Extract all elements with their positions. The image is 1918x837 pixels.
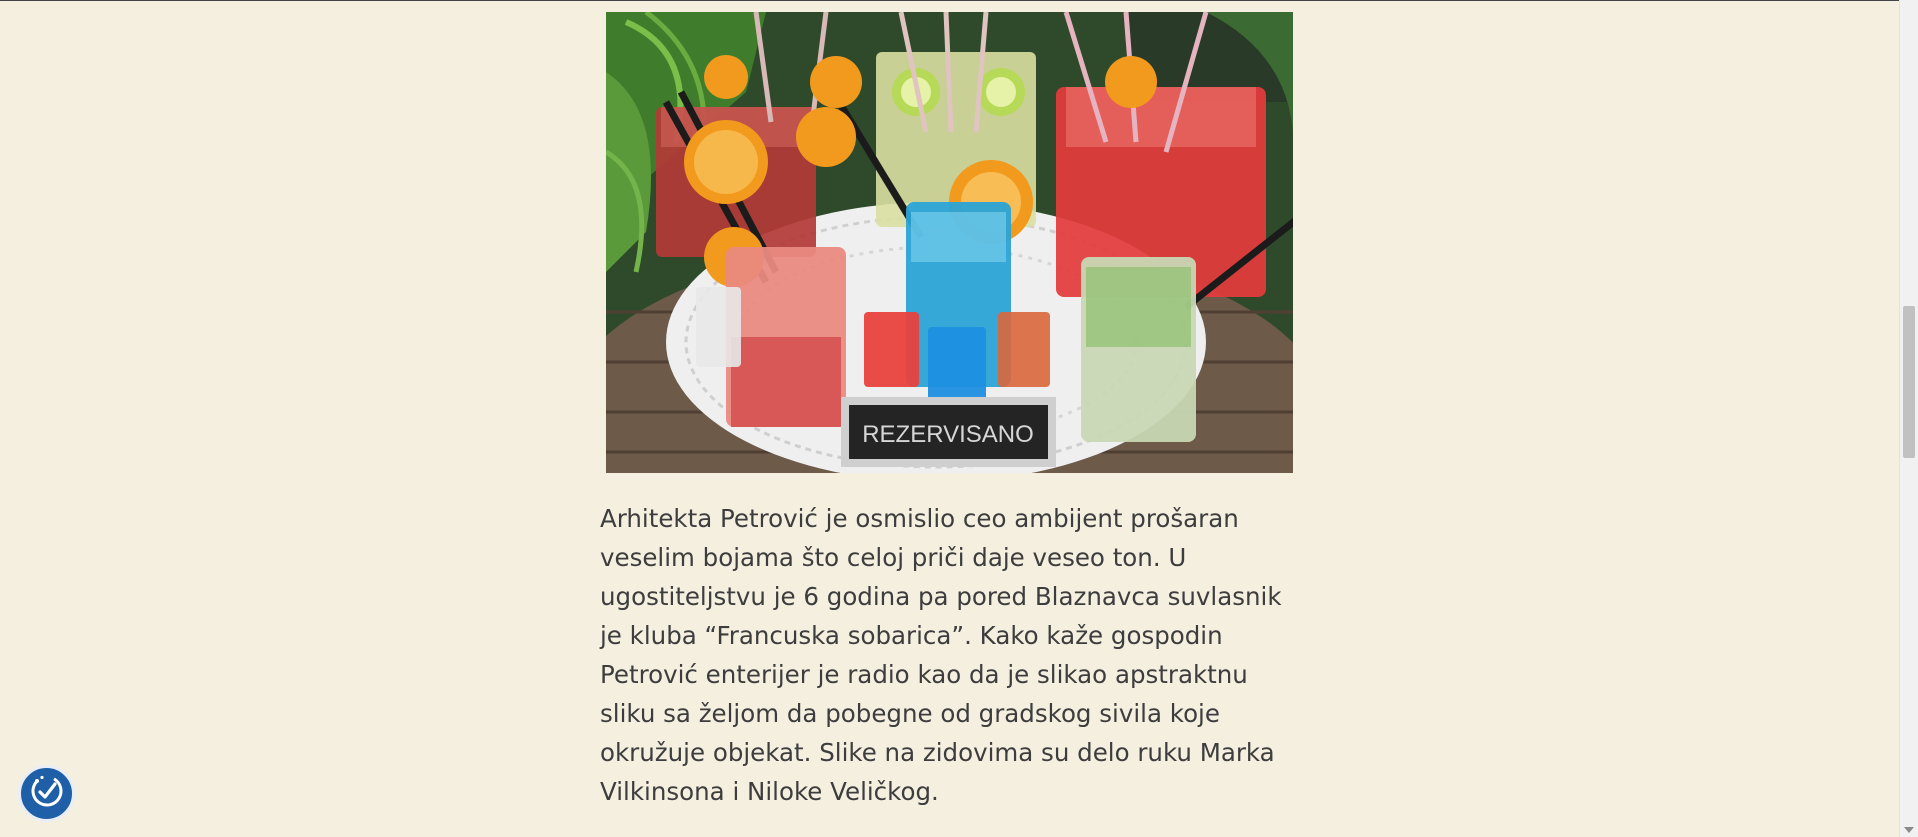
cocktails-photo: REZERVISANO [606,12,1293,473]
page-scrollbar[interactable] [1899,0,1918,837]
cocktails-illustration: REZERVISANO [606,12,1293,473]
reserved-sign-text: REZERVISANO [862,421,1034,448]
accessibility-button[interactable] [18,765,75,822]
scrollbar-thumb[interactable] [1903,306,1915,458]
article-paragraph: Arhitekta Petrović je osmislio ceo ambij… [600,504,1282,806]
article-content: REZERVISANO Arhitekta Petrović je osmisl… [600,12,1300,811]
accessibility-icon [28,772,66,815]
scroll-down-arrow-icon[interactable] [1904,827,1914,833]
top-divider [0,0,1900,1]
